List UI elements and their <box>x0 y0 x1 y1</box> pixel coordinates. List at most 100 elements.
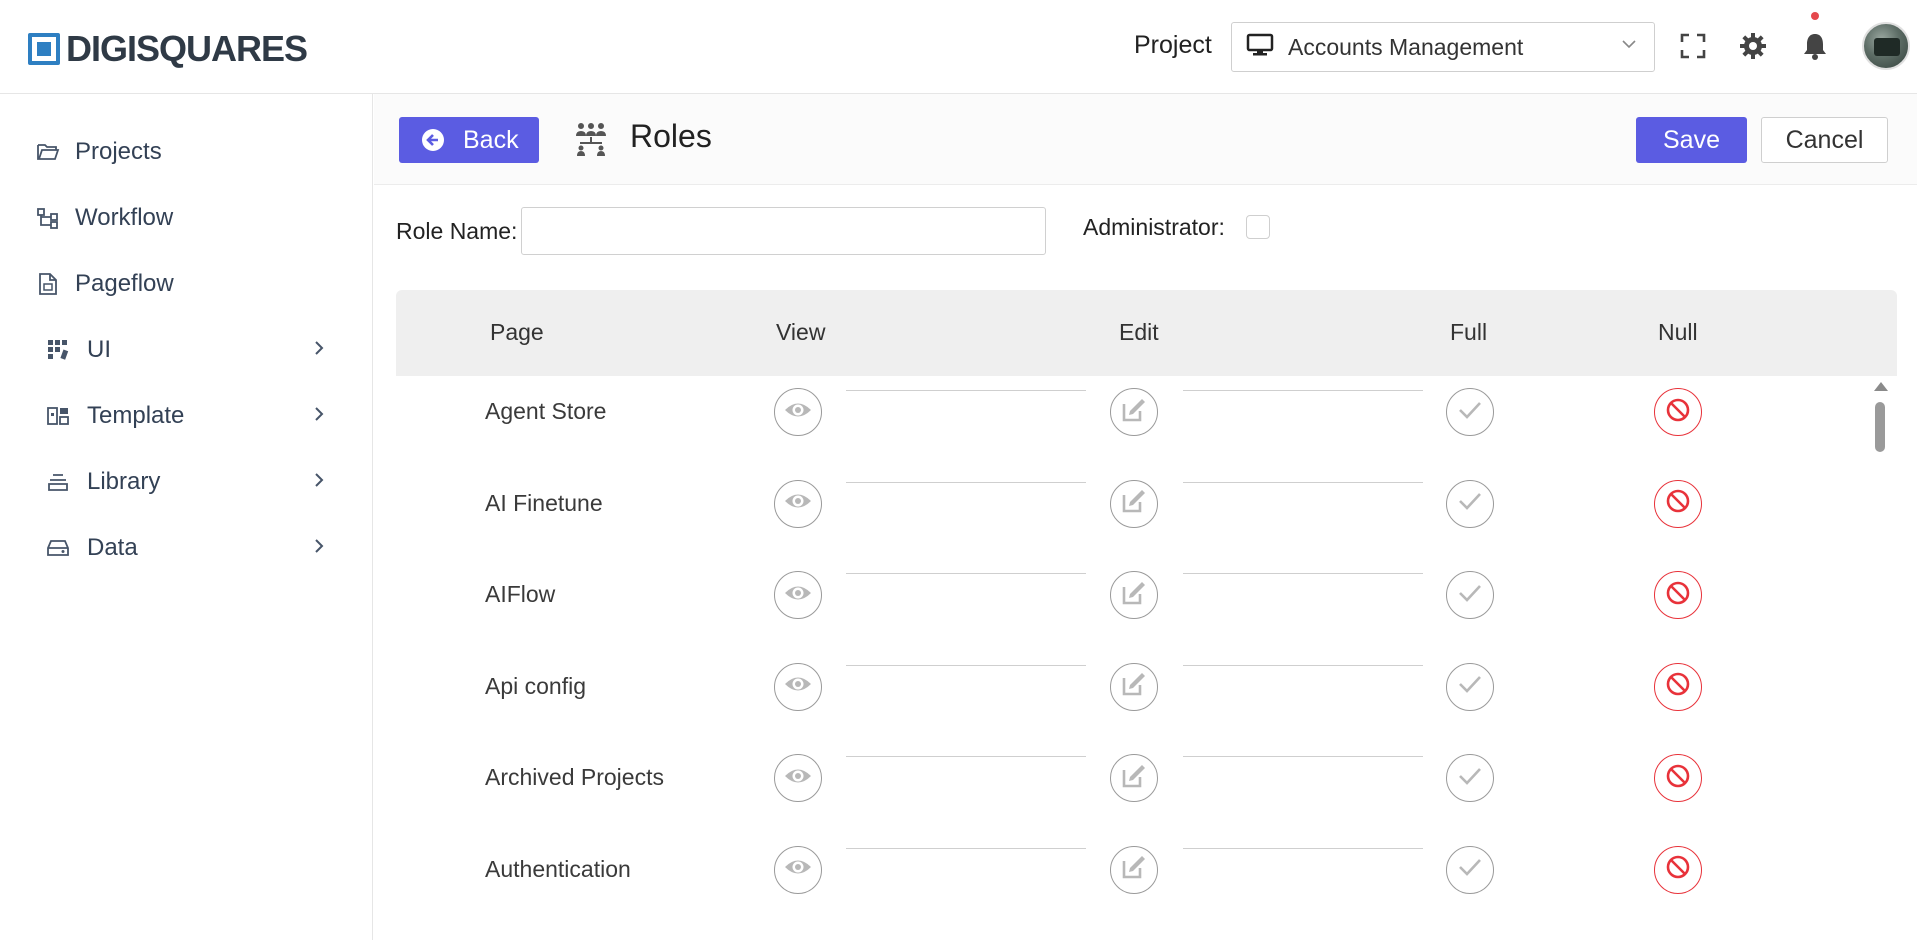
sidebar-item-template[interactable]: Template <box>0 391 372 441</box>
fullscreen-icon[interactable] <box>1677 30 1709 62</box>
eye-icon <box>783 673 813 700</box>
table-row: Api config <box>396 651 1876 743</box>
full-permission-button[interactable] <box>1446 479 1494 528</box>
full-permission-button[interactable] <box>1446 662 1494 711</box>
project-label: Project <box>1134 31 1212 59</box>
null-permission-button[interactable] <box>1654 845 1702 894</box>
scroll-up-arrow-icon[interactable] <box>1874 382 1888 391</box>
check-icon <box>1457 765 1483 792</box>
view-permission-button[interactable] <box>774 662 822 711</box>
divider <box>846 573 1086 574</box>
null-permission-button[interactable] <box>1654 754 1702 802</box>
sidebar-item-ui[interactable]: UI <box>0 325 372 375</box>
view-permission-button[interactable] <box>774 479 822 528</box>
edit-icon <box>1120 396 1148 429</box>
block-icon <box>1665 763 1691 794</box>
table-header: Page View Edit Full Null <box>396 290 1897 376</box>
view-permission-button[interactable] <box>774 754 822 802</box>
logo-mark-icon <box>28 33 60 65</box>
sidebar-item-label: Workflow <box>75 204 174 231</box>
page-name: Authentication <box>485 855 631 882</box>
eye-icon <box>783 399 813 426</box>
save-button[interactable]: Save <box>1636 117 1747 163</box>
permissions-table: Page View Edit Full Null Agent Store AI F… <box>396 290 1897 908</box>
edit-permission-button[interactable] <box>1110 571 1158 619</box>
view-permission-button[interactable] <box>774 571 822 619</box>
page-name: Api config <box>485 672 587 699</box>
check-icon <box>1457 673 1483 700</box>
check-icon <box>1457 582 1483 609</box>
check-icon <box>1457 399 1483 426</box>
project-select-value: Accounts Management <box>1288 33 1524 60</box>
back-button-label: Back <box>463 125 519 154</box>
scroll-thumb[interactable] <box>1875 402 1885 452</box>
edit-icon <box>1120 853 1148 886</box>
table-row: Agent Store <box>396 376 1876 468</box>
null-permission-button[interactable] <box>1654 662 1702 711</box>
document-icon <box>36 272 60 296</box>
eye-icon <box>783 582 813 609</box>
role-name-input[interactable] <box>521 207 1046 255</box>
team-icon <box>574 122 608 163</box>
null-permission-button[interactable] <box>1654 479 1702 528</box>
edit-permission-button[interactable] <box>1110 845 1158 894</box>
sidebar-item-label: Library <box>87 468 161 495</box>
table-row: AI Finetune <box>396 468 1876 560</box>
check-icon <box>1457 856 1483 883</box>
storage-icon <box>46 536 70 560</box>
divider <box>1183 481 1423 483</box>
sidebar-item-label: Data <box>87 534 138 561</box>
cancel-button[interactable]: Cancel <box>1761 117 1888 163</box>
divider <box>846 847 1086 849</box>
table-row: Authentication <box>396 834 1876 909</box>
avatar[interactable] <box>1862 22 1910 70</box>
edit-permission-button[interactable] <box>1110 388 1158 436</box>
block-icon <box>1665 671 1691 702</box>
divider <box>846 756 1086 757</box>
chevron-down-icon <box>1620 35 1638 58</box>
column-header-full: Full <box>1450 319 1488 345</box>
edit-permission-button[interactable] <box>1110 754 1158 802</box>
full-permission-button[interactable] <box>1446 754 1494 802</box>
divider <box>846 481 1086 483</box>
monitor-icon <box>1246 33 1274 62</box>
full-permission-button[interactable] <box>1446 388 1494 436</box>
view-permission-button[interactable] <box>774 845 822 894</box>
chevron-right-icon <box>312 402 326 430</box>
chevron-right-icon <box>312 336 326 364</box>
project-select[interactable]: Accounts Management <box>1231 22 1655 72</box>
edit-icon <box>1120 487 1148 520</box>
divider <box>1183 390 1423 391</box>
page-toolbar: Back Roles Save Cancel <box>374 94 1917 185</box>
edit-permission-button[interactable] <box>1110 662 1158 711</box>
arrow-left-circle-icon <box>421 128 445 152</box>
divider <box>1183 756 1423 757</box>
sidebar-item-library[interactable]: Library <box>0 457 372 507</box>
null-permission-button[interactable] <box>1654 571 1702 619</box>
edit-icon <box>1120 579 1148 612</box>
brand-logo[interactable]: DIGISQUARES <box>28 28 308 70</box>
divider <box>1183 664 1423 666</box>
page-title: Roles <box>630 118 712 154</box>
sidebar-item-workflow[interactable]: Workflow <box>0 193 372 243</box>
back-button[interactable]: Back <box>399 117 539 163</box>
sidebar-item-projects[interactable]: Projects <box>0 127 372 177</box>
administrator-label: Administrator: <box>1083 214 1225 240</box>
chevron-right-icon <box>312 534 326 562</box>
block-icon <box>1665 580 1691 611</box>
chevron-right-icon <box>312 468 326 496</box>
divider <box>1183 847 1423 849</box>
full-permission-button[interactable] <box>1446 845 1494 894</box>
full-permission-button[interactable] <box>1446 571 1494 619</box>
gear-icon[interactable] <box>1737 30 1769 62</box>
edit-permission-button[interactable] <box>1110 479 1158 528</box>
sidebar-item-pageflow[interactable]: Pageflow <box>0 259 372 309</box>
sidebar-item-data[interactable]: Data <box>0 523 372 573</box>
table-scrollbar[interactable] <box>1871 378 1889 908</box>
page-name: Archived Projects <box>485 764 664 790</box>
administrator-checkbox[interactable] <box>1246 215 1270 239</box>
view-permission-button[interactable] <box>774 388 822 436</box>
block-icon <box>1665 854 1691 885</box>
null-permission-button[interactable] <box>1654 388 1702 436</box>
bell-icon[interactable] <box>1799 30 1831 62</box>
